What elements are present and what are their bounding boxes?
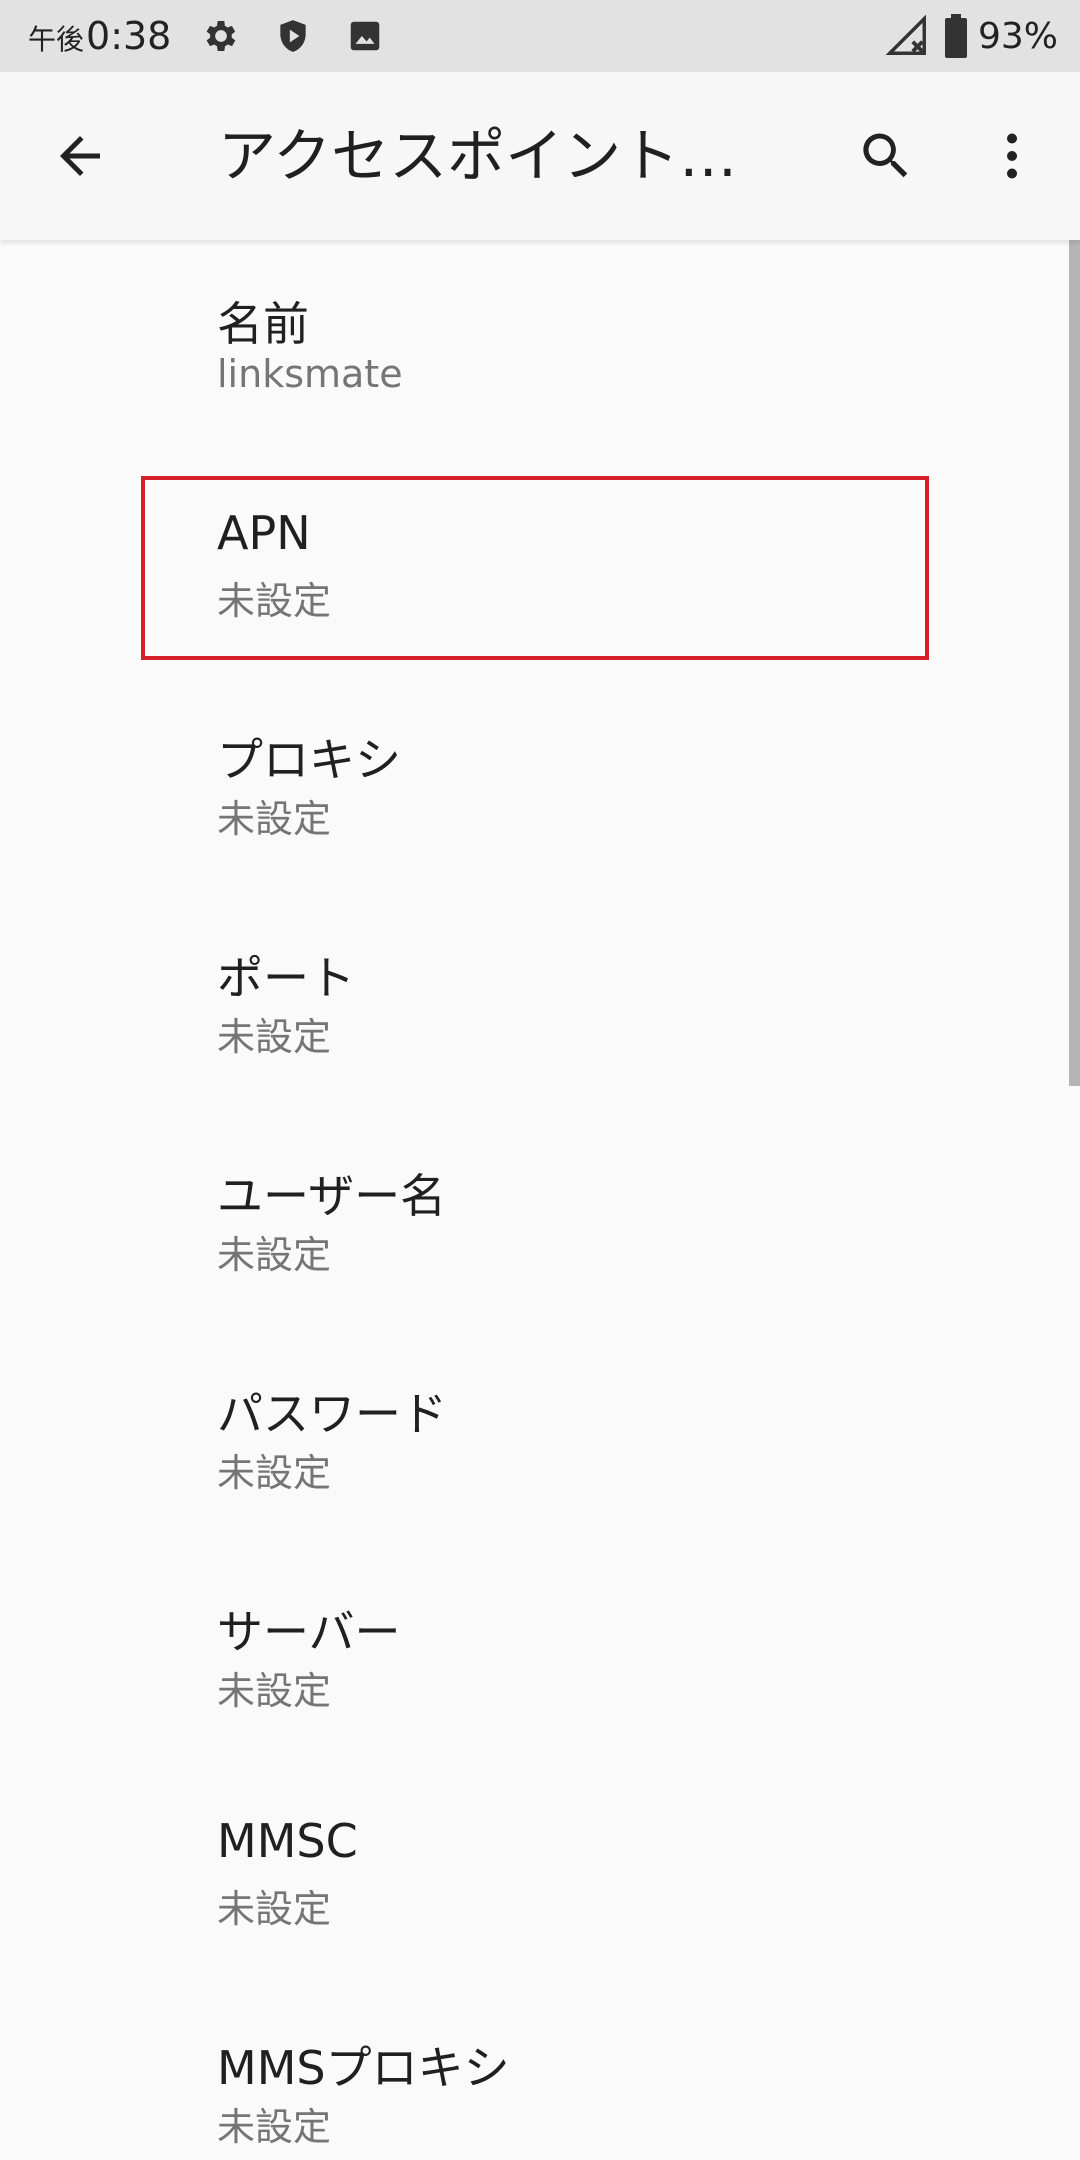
pref-apn[interactable]: APN 未設定 xyxy=(0,458,1060,676)
pref-password[interactable]: パスワード 未設定 xyxy=(0,1330,1060,1548)
pref-server[interactable]: サーバー 未設定 xyxy=(0,1548,1060,1766)
pref-summary: 未設定 xyxy=(217,1015,332,1059)
pref-summary: 未設定 xyxy=(217,1887,332,1931)
shield-play-icon xyxy=(271,14,315,58)
pref-title: MMSC xyxy=(217,1814,358,1868)
pref-summary: 未設定 xyxy=(217,1451,332,1495)
scrollbar[interactable] xyxy=(1069,240,1080,1086)
search-icon xyxy=(863,133,908,178)
pref-summary: 未設定 xyxy=(217,2105,332,2149)
status-left: 午後 0:38 xyxy=(28,0,387,72)
back-button[interactable] xyxy=(40,116,120,196)
pref-proxy[interactable]: プロキシ 未設定 xyxy=(0,676,1060,894)
page-title: アクセスポイント… xyxy=(218,122,738,190)
battery-percent: 93% xyxy=(977,15,1058,57)
pref-title: 名前 xyxy=(217,297,309,351)
clock-time: 0:38 xyxy=(86,14,172,58)
clock: 午後 0:38 xyxy=(28,14,171,58)
status-bar: 午後 0:38 93% xyxy=(0,0,1080,72)
app-toolbar: アクセスポイント… xyxy=(0,72,1080,240)
pref-name[interactable]: 名前 linksmate xyxy=(0,240,1060,458)
pref-title: MMSプロキシ xyxy=(217,2041,510,2095)
clock-prefix: 午後 xyxy=(28,23,85,56)
pref-title: APN xyxy=(217,506,311,560)
battery-icon xyxy=(944,14,968,58)
more-options-button[interactable] xyxy=(972,116,1052,196)
back-arrow-icon xyxy=(60,136,100,176)
signal-off-icon xyxy=(884,13,930,59)
pref-title: サーバー xyxy=(217,1605,401,1659)
pref-summary: 未設定 xyxy=(217,797,332,841)
pref-title: パスワード xyxy=(217,1387,447,1441)
pref-mms-proxy[interactable]: MMSプロキシ 未設定 xyxy=(0,1984,1060,2160)
pref-mmsc[interactable]: MMSC 未設定 xyxy=(0,1766,1060,1984)
pref-summary: 未設定 xyxy=(217,1669,332,1713)
pref-title: プロキシ xyxy=(217,733,401,787)
image-icon xyxy=(343,14,387,58)
preference-list: 名前 linksmate APN 未設定 プロキシ 未設定 ポート 未設定 ユー… xyxy=(0,240,1080,2160)
pref-summary: 未設定 xyxy=(217,579,332,623)
pref-summary: linksmate xyxy=(217,352,403,396)
search-button[interactable] xyxy=(846,116,926,196)
pref-port[interactable]: ポート 未設定 xyxy=(0,894,1060,1112)
pref-title: ポート xyxy=(217,951,355,1005)
more-vert-icon xyxy=(1007,133,1017,179)
pref-summary: 未設定 xyxy=(217,1233,332,1277)
pref-title: ユーザー名 xyxy=(217,1169,447,1223)
pref-username[interactable]: ユーザー名 未設定 xyxy=(0,1112,1060,1330)
status-right: 93% xyxy=(884,0,1058,72)
gear-icon xyxy=(199,14,243,58)
